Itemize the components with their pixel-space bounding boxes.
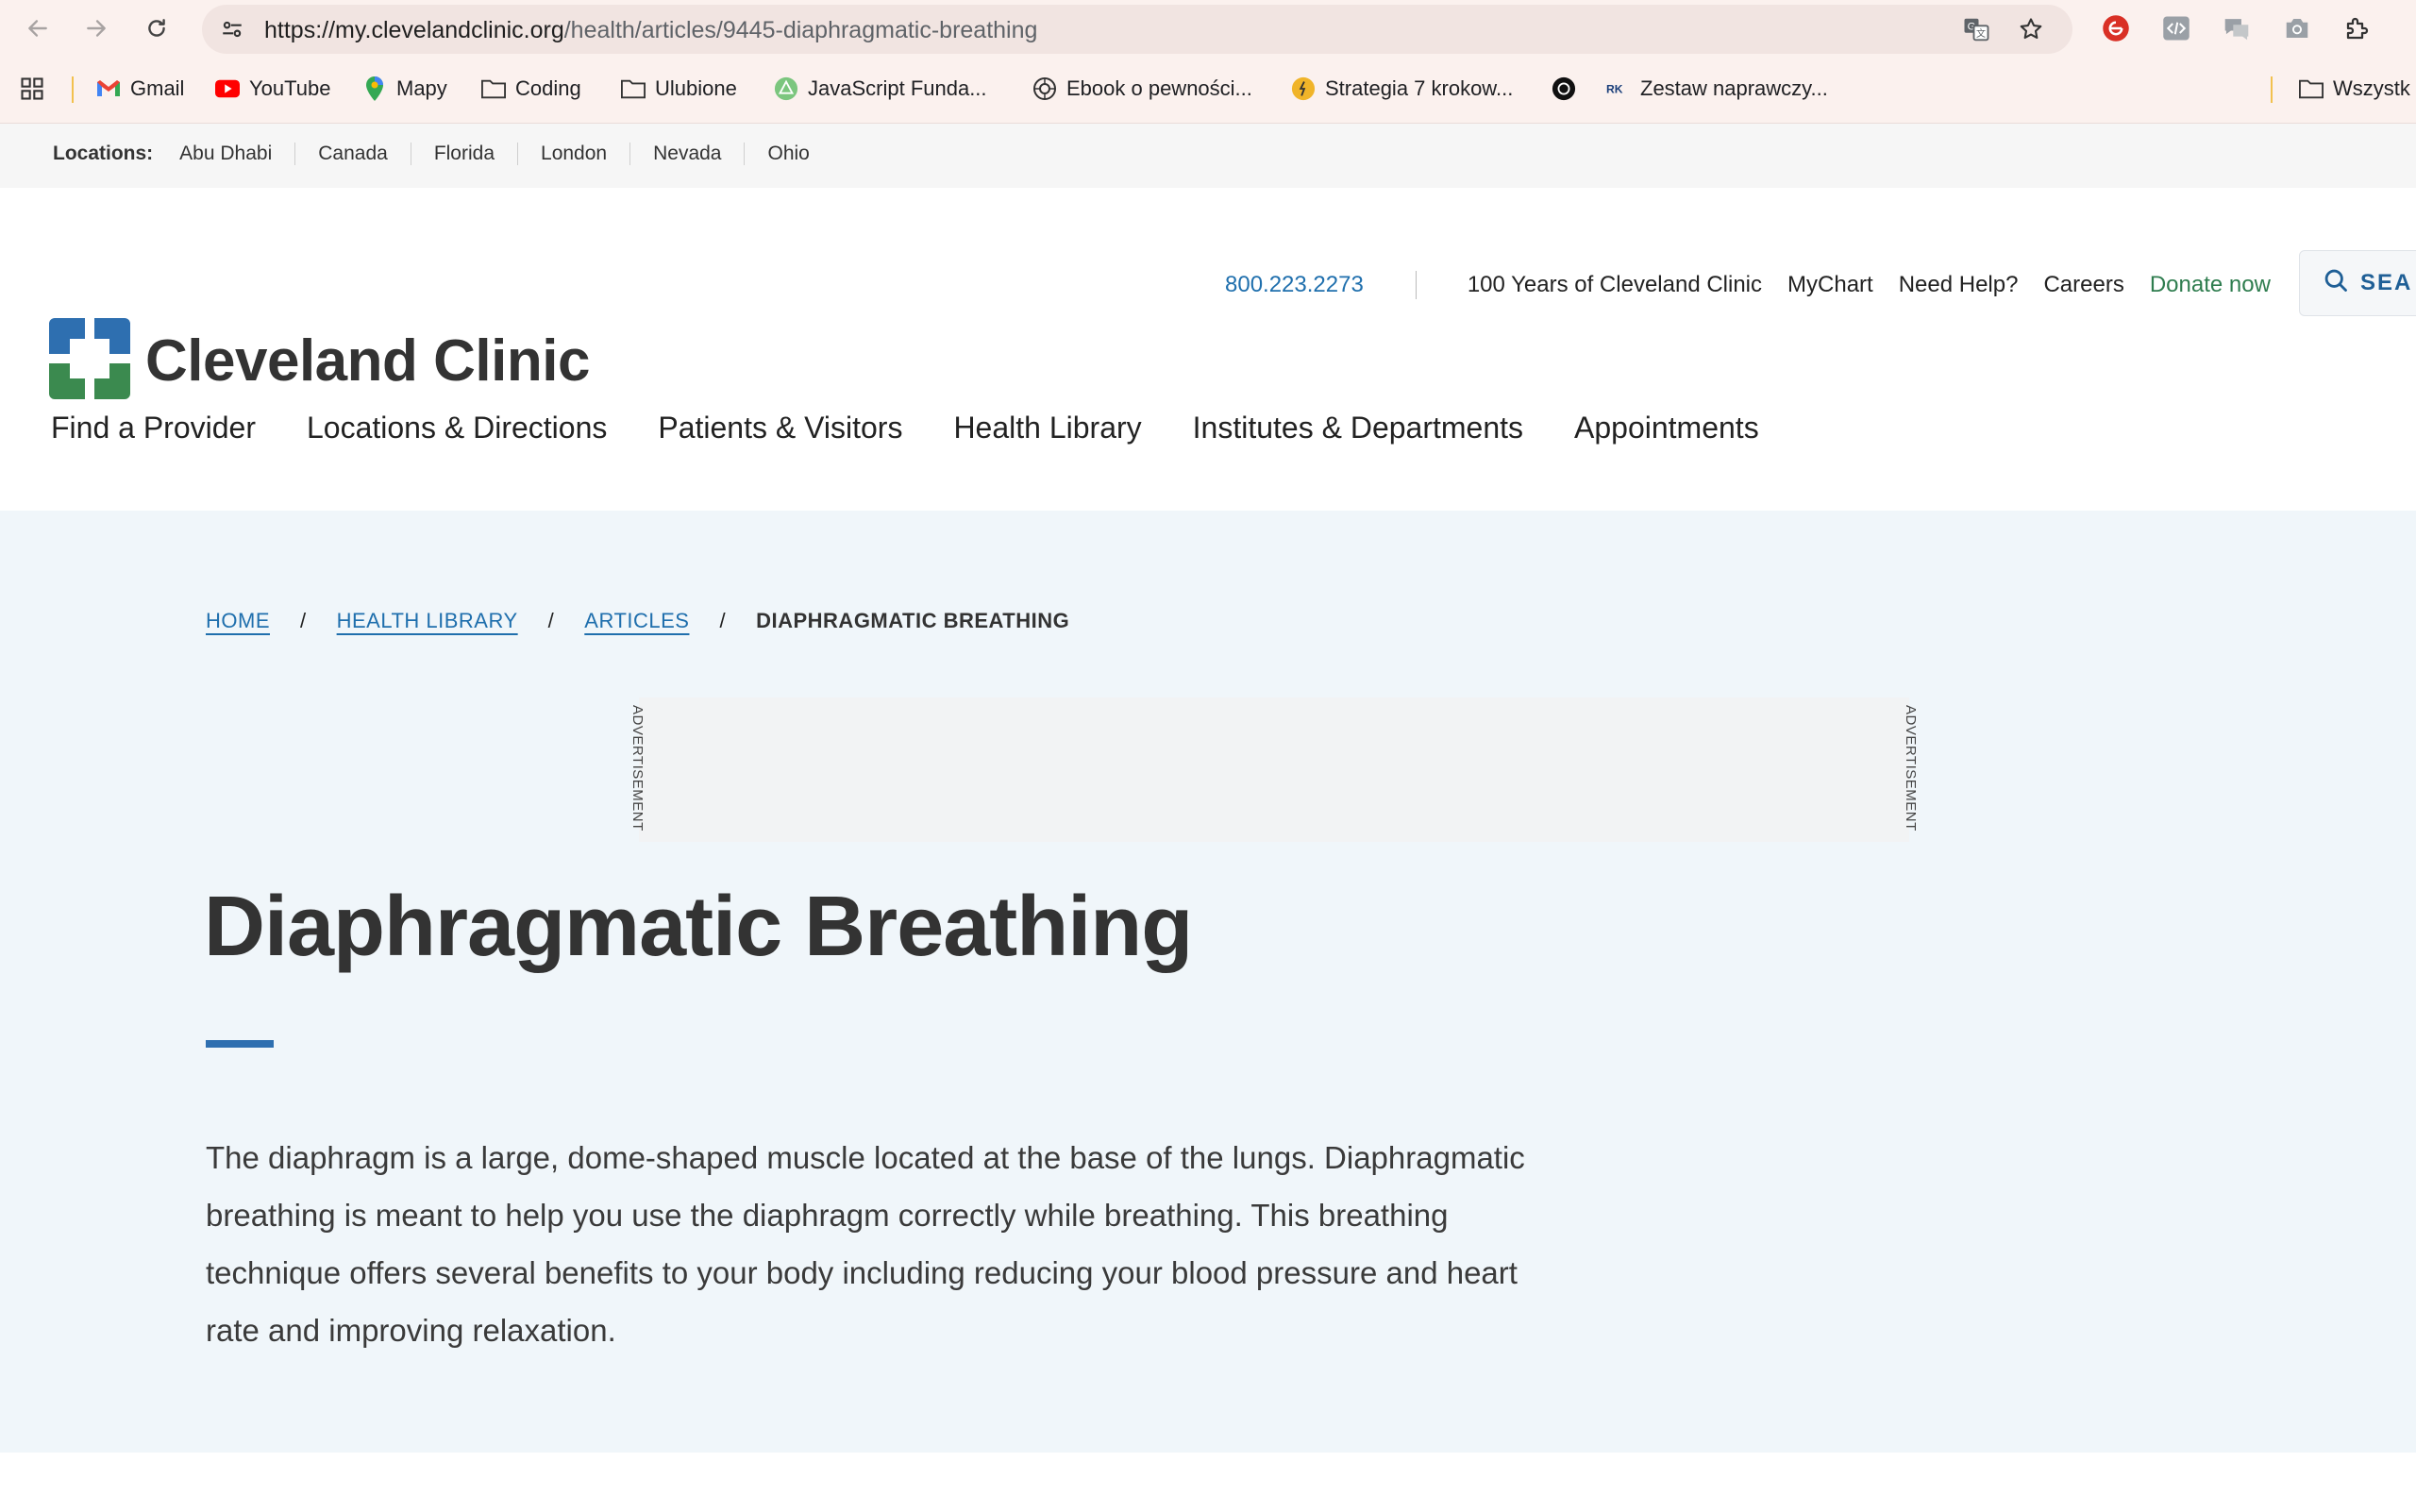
phone-link[interactable]: 800.223.2273: [1225, 272, 1364, 298]
bookmark-zestaw[interactable]: RK Zestaw naprawczy...: [1606, 71, 1828, 107]
cleveland-clinic-cross-icon: [49, 318, 130, 404]
nav-appointments[interactable]: Appointments: [1574, 411, 1759, 445]
bookmarks-bar: Gmail YouTube Mapy Coding Ulubione JavaS…: [0, 56, 2416, 124]
bookmark-label: Ulubione: [655, 76, 737, 100]
site-logo[interactable]: Cleveland Clinic: [49, 318, 590, 404]
openai-dark-icon: [1552, 76, 1576, 101]
bookmarks-divider: [2271, 76, 2273, 103]
page-title: Diaphragmatic Breathing: [204, 880, 1193, 974]
bookmarks-divider: [72, 76, 74, 103]
youtube-icon: [215, 76, 240, 101]
locations-label: Locations:: [53, 143, 154, 164]
url-host: https://my.clevelandclinic.org: [264, 17, 564, 43]
bookmark-chatgpt[interactable]: [1552, 71, 1576, 107]
bookmark-label: Ebook o pewności...: [1066, 76, 1252, 100]
donate-link[interactable]: Donate now: [2150, 272, 2271, 298]
location-link[interactable]: Florida: [410, 143, 517, 165]
address-bar[interactable]: https://my.clevelandclinic.org/health/ar…: [202, 5, 2072, 54]
chat-extension-icon[interactable]: [2218, 9, 2256, 47]
runner-icon: [1291, 76, 1316, 101]
apps-grid-icon[interactable]: [19, 71, 45, 107]
svg-text:文: 文: [1976, 27, 1986, 40]
rk-icon: RK: [1606, 76, 1631, 101]
bookmark-label: Strategia 7 krokow...: [1325, 76, 1514, 100]
breadcrumb-separator: /: [300, 609, 307, 632]
site-settings-icon[interactable]: [215, 12, 249, 46]
gmail-icon: [96, 76, 121, 101]
breadcrumb-separator: /: [719, 609, 727, 632]
bookmark-javascript[interactable]: JavaScript Funda...: [774, 71, 987, 107]
breadcrumb-separator: /: [547, 609, 555, 632]
svg-text:RK: RK: [1606, 82, 1623, 95]
breadcrumb-current: DIAPHRAGMATIC BREATHING: [756, 609, 1070, 632]
bookmark-ebook[interactable]: Ebook o pewności...: [1032, 71, 1252, 107]
ad-label-right: ADVERTISEMENT: [1903, 705, 1919, 832]
bookmark-gmail[interactable]: Gmail: [96, 71, 184, 107]
bookmark-label: JavaScript Funda...: [808, 76, 987, 100]
folder-icon: [621, 76, 646, 101]
folder-icon: [481, 76, 506, 101]
translate-icon[interactable]: G文: [1959, 12, 1993, 46]
title-accent-rule: [206, 1040, 274, 1048]
code-extension-icon[interactable]: [2157, 9, 2195, 47]
breadcrumb-home[interactable]: HOME: [206, 609, 270, 633]
folder-icon: [2299, 76, 2324, 101]
back-arrow-icon[interactable]: [19, 9, 57, 47]
breadcrumb: HOME / HEALTH LIBRARY / ARTICLES / DIAPH…: [206, 609, 1069, 633]
utility-link-need-help[interactable]: Need Help?: [1899, 272, 2019, 298]
camera-extension-icon[interactable]: [2278, 9, 2316, 47]
browser-toolbar: https://my.clevelandclinic.org/health/ar…: [0, 0, 2416, 56]
green-triangle-icon: [774, 76, 798, 101]
location-link[interactable]: Nevada: [629, 143, 744, 165]
bookmark-label: YouTube: [249, 76, 331, 100]
location-link[interactable]: Canada: [294, 143, 411, 165]
bookmark-label: Gmail: [130, 76, 185, 100]
main-nav: Find a Provider Locations & Directions P…: [51, 411, 1810, 445]
breadcrumb-articles[interactable]: ARTICLES: [584, 609, 689, 633]
search-label: SEA: [2360, 270, 2413, 295]
utility-nav: 800.223.2273 100 Years of Cleveland Clin…: [1225, 271, 2296, 299]
nav-locations-directions[interactable]: Locations & Directions: [307, 411, 607, 445]
extension-red-icon[interactable]: [2097, 9, 2135, 47]
bookmark-folder-ulubione[interactable]: Ulubione: [621, 71, 737, 107]
nav-find-a-provider[interactable]: Find a Provider: [51, 411, 256, 445]
nav-patients-visitors[interactable]: Patients & Visitors: [658, 411, 902, 445]
article-intro: The diaphragm is a large, dome-shaped mu…: [206, 1140, 1525, 1348]
maps-pin-icon: [362, 76, 387, 101]
search-button[interactable]: SEA: [2299, 250, 2416, 316]
bookmark-strategia[interactable]: Strategia 7 krokow...: [1291, 71, 1513, 107]
location-link[interactable]: London: [517, 143, 629, 165]
utility-link-mychart[interactable]: MyChart: [1787, 272, 1873, 298]
bookmark-youtube[interactable]: YouTube: [215, 71, 330, 107]
utility-link-100-years[interactable]: 100 Years of Cleveland Clinic: [1468, 272, 1762, 298]
breadcrumb-health-library[interactable]: HEALTH LIBRARY: [337, 609, 518, 633]
bookmark-star-icon[interactable]: [2014, 12, 2048, 46]
extensions-puzzle-icon[interactable]: [2339, 9, 2376, 47]
reload-icon[interactable]: [138, 9, 176, 47]
bookmark-label: Mapy: [396, 76, 447, 100]
bookmark-mapy[interactable]: Mapy: [362, 71, 447, 107]
url-text[interactable]: https://my.clevelandclinic.org/health/ar…: [264, 17, 1037, 44]
site-header: 800.223.2273 100 Years of Cleveland Clin…: [0, 188, 2416, 511]
logo-text: Cleveland Clinic: [145, 328, 590, 394]
article-hero: HOME / HEALTH LIBRARY / ARTICLES / DIAPH…: [0, 511, 2416, 1453]
bookmark-label: Zestaw naprawczy...: [1640, 76, 1828, 100]
nav-health-library[interactable]: Health Library: [953, 411, 1141, 445]
bookmark-label: Coding: [515, 76, 581, 100]
locations-bar: Locations: Abu Dhabi Canada Florida Lond…: [0, 124, 2416, 188]
search-icon: [2323, 267, 2349, 300]
location-link[interactable]: Ohio: [744, 143, 831, 165]
bookmark-label: Wszystk: [2333, 76, 2410, 100]
location-link[interactable]: Abu Dhabi: [179, 143, 294, 165]
ad-label-left: ADVERTISEMENT: [629, 705, 646, 832]
utility-divider: [1415, 271, 1417, 299]
advertisement-slot[interactable]: ADVERTISEMENT ADVERTISEMENT: [629, 697, 1919, 842]
bookmark-folder-coding[interactable]: Coding: [481, 71, 581, 107]
utility-link-careers[interactable]: Careers: [2043, 272, 2123, 298]
openai-icon: [1032, 76, 1057, 101]
bookmark-folder-other[interactable]: Wszystk: [2299, 71, 2410, 107]
forward-arrow-icon[interactable]: [77, 9, 115, 47]
nav-institutes-departments[interactable]: Institutes & Departments: [1193, 411, 1523, 445]
url-path: /health/articles/9445-diaphragmatic-brea…: [563, 17, 1038, 43]
